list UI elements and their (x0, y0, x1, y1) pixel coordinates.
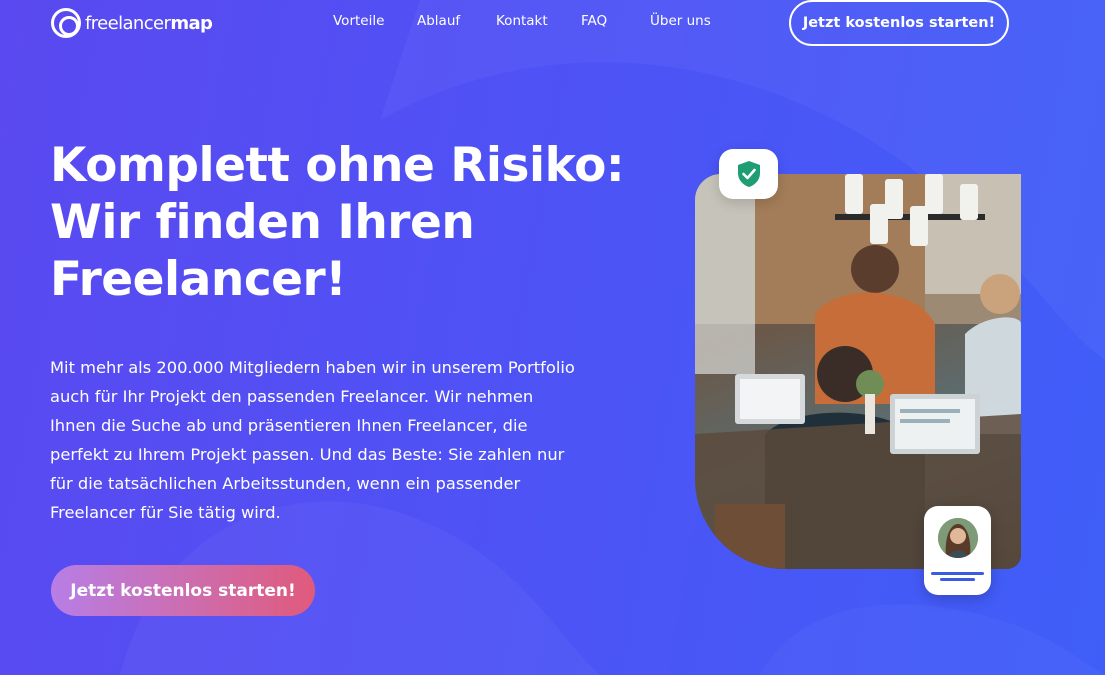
avatar (938, 518, 978, 558)
nav-link-ueber-uns[interactable]: Über uns (650, 13, 711, 29)
shield-check-icon (737, 161, 760, 187)
hero-text-line: für die tatsächlichen Arbeitsstunden, we… (50, 474, 521, 493)
hero-text-line: auch für Ihr Projekt den passenden Freel… (50, 387, 534, 406)
hero-text-line: Freelancer für Sie tätig wird. (50, 503, 281, 522)
hero-text-line: perfekt zu Ihrem Projekt passen. Und das… (50, 445, 565, 464)
hero-description: Mit mehr als 200.000 Mitgliedern haben w… (50, 353, 610, 527)
card-line (940, 578, 975, 581)
header-cta-button[interactable]: Jetzt kostenlos starten! (789, 0, 1009, 46)
nav-link-faq[interactable]: FAQ (581, 13, 607, 29)
freelancer-profile-card (924, 506, 991, 595)
card-line (931, 572, 984, 575)
user-avatar-icon (938, 518, 978, 558)
freelancermap-logo[interactable]: freelancermap (51, 7, 213, 39)
logo-text: freelancermap (85, 12, 213, 34)
hero-text-line: Mit mehr als 200.000 Mitgliedern haben w… (50, 358, 575, 377)
hero-title-line: Freelancer! (50, 252, 347, 307)
hero-title: Komplett ohne Risiko: Wir finden Ihren F… (50, 137, 650, 308)
nav-link-vorteile[interactable]: Vorteile (333, 13, 384, 29)
hero-text-line: Ihnen die Suche ab und präsentieren Ihne… (50, 416, 528, 435)
logo-icon (51, 8, 81, 38)
verified-badge (719, 149, 778, 199)
hero-title-line: Wir finden Ihren (50, 195, 475, 250)
nav-link-kontakt[interactable]: Kontakt (496, 13, 548, 29)
hero-title-line: Komplett ohne Risiko: (50, 138, 625, 193)
nav-link-ablauf[interactable]: Ablauf (417, 13, 460, 29)
hero-cta-button[interactable]: Jetzt kostenlos starten! (51, 565, 315, 616)
